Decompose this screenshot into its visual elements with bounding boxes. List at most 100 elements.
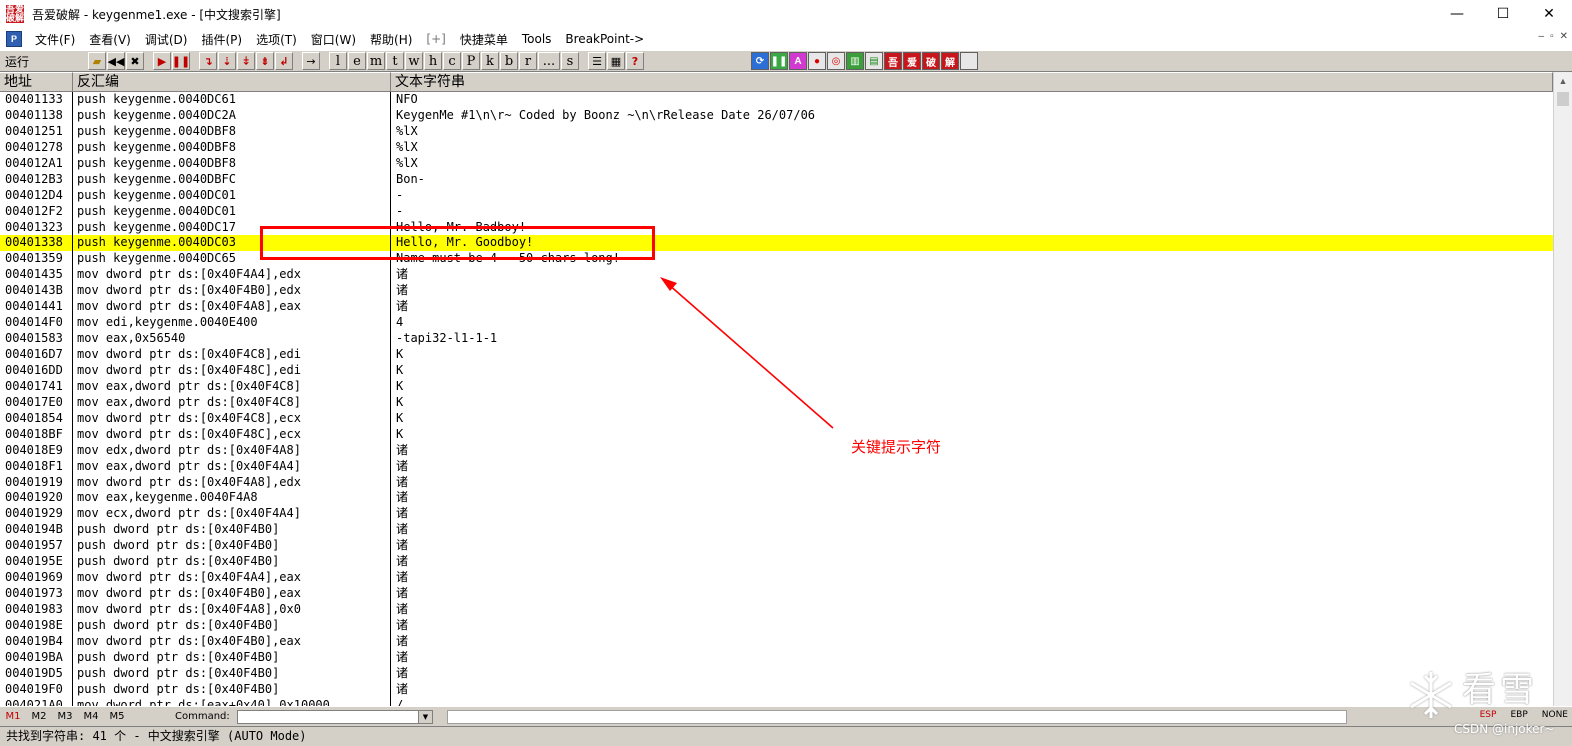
table-row[interactable]: 004016D7 mov dword ptr ds:[0x40F4C8],edi K bbox=[0, 347, 1553, 363]
table-row[interactable]: 004019D5 push dword ptr ds:[0x40F4B0] 诸 bbox=[0, 666, 1553, 682]
table-row[interactable]: 00401441 mov dword ptr ds:[0x40F4A8],eax 诸 bbox=[0, 299, 1553, 315]
vertical-scrollbar[interactable]: ▲ bbox=[1553, 72, 1572, 706]
plugin-po-icon[interactable]: 破 bbox=[922, 52, 940, 70]
table-row[interactable]: 00401138 push keygenme.0040DC2A KeygenMe #… bbox=[0, 108, 1553, 124]
call-stack-button[interactable]: k bbox=[481, 52, 499, 70]
step-over-icon[interactable]: ⇣ bbox=[218, 52, 236, 70]
menu-debug[interactable]: 调试(D) bbox=[138, 31, 195, 48]
table-row[interactable]: 00401435 mov dword ptr ds:[0x40F4A4],edx 诸 bbox=[0, 267, 1553, 283]
executable-modules-button[interactable]: e bbox=[348, 52, 366, 70]
menu-view[interactable]: 查看(V) bbox=[82, 31, 138, 48]
menu-window[interactable]: 窗口(W) bbox=[304, 31, 363, 48]
table-row[interactable]: 00401359 push keygenme.0040DC65 Name must … bbox=[0, 251, 1553, 267]
table-row[interactable]: 004018F1 mov eax,dword ptr ds:[0x40F4A4] 诸 bbox=[0, 459, 1553, 475]
memory-tab-m4[interactable]: M4 bbox=[78, 711, 104, 722]
table-row[interactable]: 004019F0 push dword ptr ds:[0x40F4B0] 诸 bbox=[0, 682, 1553, 698]
register-esp[interactable]: ESP bbox=[1480, 710, 1497, 720]
table-row[interactable]: 004012D4 push keygenme.0040DC01 - bbox=[0, 188, 1553, 204]
table-row[interactable]: 00401969 mov dword ptr ds:[0x40F4A4],eax 诸 bbox=[0, 570, 1553, 586]
table-row[interactable]: 004018E9 mov edx,dword ptr ds:[0x40F4A8] 诸 bbox=[0, 443, 1553, 459]
threads-button[interactable]: t bbox=[386, 52, 404, 70]
close-program-icon[interactable]: ✖ bbox=[126, 52, 144, 70]
letter-a-icon[interactable]: A bbox=[789, 52, 807, 70]
scrollbar-thumb[interactable] bbox=[1557, 92, 1569, 106]
menu-shortcut[interactable]: 快捷菜单 bbox=[453, 31, 515, 48]
table-row[interactable]: 0040194B push dword ptr ds:[0x40F4B0] 诸 bbox=[0, 522, 1553, 538]
table-row[interactable]: 00401278 push keygenme.0040DBF8 %lX bbox=[0, 140, 1553, 156]
table-row[interactable]: 00401583 mov eax,0x56540 -tapi32-l1-1-1 bbox=[0, 331, 1553, 347]
mdi-minimize-button[interactable]: – bbox=[1539, 31, 1545, 42]
bars-icon[interactable]: ▥ bbox=[846, 52, 864, 70]
pause-icon[interactable]: ❚❚ bbox=[172, 52, 190, 70]
column-header-address[interactable]: 地址 bbox=[0, 72, 73, 92]
table-row[interactable]: 004017E0 mov eax,dword ptr ds:[0x40F4C8] K bbox=[0, 395, 1553, 411]
pause-plugin-icon[interactable]: ❚❚ bbox=[770, 52, 788, 70]
column-header-text[interactable]: 文本字符串 bbox=[391, 72, 1553, 92]
table-row[interactable]: 0040195E push dword ptr ds:[0x40F4B0] 诸 bbox=[0, 554, 1553, 570]
menu-tools[interactable]: Tools bbox=[515, 32, 559, 46]
table-row-selected[interactable]: 00401338 push keygenme.0040DC03 Hello, Mr.… bbox=[0, 235, 1553, 252]
table-row[interactable]: 004021A0 mov dword ptr ds:[eax+0x40],0x10… bbox=[0, 698, 1553, 706]
source-button[interactable]: s bbox=[561, 52, 579, 70]
register-none[interactable]: NONE bbox=[1542, 710, 1568, 720]
plugin-wu-icon[interactable]: 吾 bbox=[884, 52, 902, 70]
menu-file[interactable]: 文件(F) bbox=[28, 31, 82, 48]
menu-expand[interactable]: [+] bbox=[419, 32, 452, 46]
table-row[interactable]: 00401973 mov dword ptr ds:[0x40F4B0],eax 诸 bbox=[0, 586, 1553, 602]
app-logo-icon[interactable]: 吾 爱 破 解 bbox=[6, 5, 24, 23]
record-icon[interactable]: ● bbox=[808, 52, 826, 70]
options-grid-icon[interactable]: ▦ bbox=[607, 52, 625, 70]
step-into-icon[interactable]: ↴ bbox=[199, 52, 217, 70]
open-folder-icon[interactable]: ▰ bbox=[88, 52, 106, 70]
table-row[interactable]: 00401133 push keygenme.0040DC61 NFO bbox=[0, 92, 1553, 108]
table-row[interactable]: 004019BA push dword ptr ds:[0x40F4B0] 诸 bbox=[0, 650, 1553, 666]
list-icon[interactable]: ☰ bbox=[588, 52, 606, 70]
memory-map-button[interactable]: m bbox=[367, 52, 385, 70]
table-row[interactable]: 0040143B mov dword ptr ds:[0x40F4B0],edx 诸 bbox=[0, 283, 1553, 299]
table-row[interactable]: 004019B4 mov dword ptr ds:[0x40F4B0],eax 诸 bbox=[0, 634, 1553, 650]
memory-tab-m5[interactable]: M5 bbox=[104, 711, 130, 722]
register-ebp[interactable]: EBP bbox=[1510, 710, 1527, 720]
mdi-close-button[interactable]: ✕ bbox=[1560, 31, 1568, 42]
menu-plugins[interactable]: 插件(P) bbox=[194, 31, 249, 48]
table-row[interactable]: 00401919 mov dword ptr ds:[0x40F4A8],edx 诸 bbox=[0, 475, 1553, 491]
column-header-disassembly[interactable]: 反汇编 bbox=[73, 72, 391, 92]
rewind-icon[interactable]: ◀◀ bbox=[107, 52, 125, 70]
memory-tab-m3[interactable]: M3 bbox=[52, 711, 78, 722]
minimize-button[interactable]: — bbox=[1434, 0, 1480, 28]
mdi-restore-button[interactable]: ▫ bbox=[1550, 31, 1554, 42]
help-icon[interactable]: ? bbox=[626, 52, 644, 70]
run-icon[interactable]: ▶ bbox=[153, 52, 171, 70]
menu-options[interactable]: 选项(T) bbox=[249, 31, 304, 48]
references-button[interactable]: r bbox=[519, 52, 537, 70]
menu-help[interactable]: 帮助(H) bbox=[363, 31, 419, 48]
run-trace-button[interactable]: ... bbox=[538, 52, 560, 70]
close-button[interactable]: ✕ bbox=[1526, 0, 1572, 28]
table-row[interactable]: 004016DD mov dword ptr ds:[0x40F48C],edi K bbox=[0, 363, 1553, 379]
table-row[interactable]: 004012F2 push keygenme.0040DC01 - bbox=[0, 204, 1553, 220]
string-search-results[interactable]: 00401133 push keygenme.0040DC61 NFO 0040113… bbox=[0, 92, 1553, 706]
memory-tab-m2[interactable]: M2 bbox=[26, 711, 52, 722]
table-row[interactable]: 004012A1 push keygenme.0040DBF8 %lX bbox=[0, 156, 1553, 172]
plugin-ai-icon[interactable]: 爱 bbox=[903, 52, 921, 70]
windows-button[interactable]: w bbox=[405, 52, 423, 70]
table-row[interactable]: 00401983 mov dword ptr ds:[0x40F4A8],0x0 诸 bbox=[0, 602, 1553, 618]
table-row[interactable]: 00401854 mov dword ptr ds:[0x40F4C8],ecx K bbox=[0, 411, 1553, 427]
table-row[interactable]: 00401920 mov eax,keygenme.0040F4A8 诸 bbox=[0, 490, 1553, 506]
command-dropdown-icon[interactable]: ▼ bbox=[418, 710, 432, 723]
table-row[interactable]: 004012B3 push keygenme.0040DBFC Bon- bbox=[0, 172, 1553, 188]
go-to-address-icon[interactable]: → bbox=[302, 52, 320, 70]
plugin-jie-icon[interactable]: 解 bbox=[941, 52, 959, 70]
trace-over-icon[interactable]: ⇟ bbox=[256, 52, 274, 70]
breakpoints-button[interactable]: b bbox=[500, 52, 518, 70]
blank-plugin-icon[interactable] bbox=[960, 52, 978, 70]
scroll-up-arrow-icon[interactable]: ▲ bbox=[1554, 72, 1572, 90]
refresh-icon[interactable]: ⟳ bbox=[751, 52, 769, 70]
patches-button[interactable]: P bbox=[462, 52, 480, 70]
table-row[interactable]: 00401929 mov ecx,dword ptr ds:[0x40F4A4] 诸 bbox=[0, 506, 1553, 522]
log-window-button[interactable]: l bbox=[329, 52, 347, 70]
command-input[interactable]: ▼ bbox=[237, 709, 433, 724]
menu-breakpoint[interactable]: BreakPoint-> bbox=[558, 32, 651, 46]
maximize-button[interactable]: ☐ bbox=[1480, 0, 1526, 28]
trace-into-icon[interactable]: ⤈ bbox=[237, 52, 255, 70]
